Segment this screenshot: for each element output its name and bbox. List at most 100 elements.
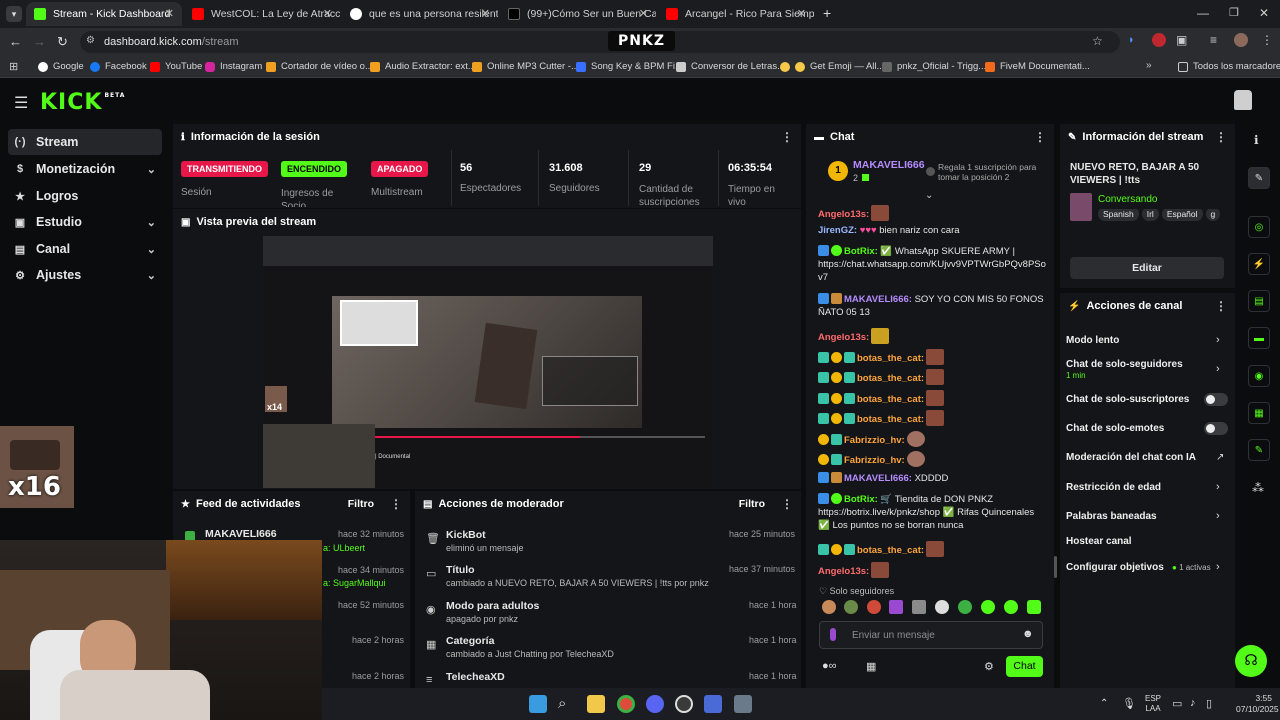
more-options-icon[interactable]: ⋮	[1215, 130, 1227, 144]
tag-pill[interactable]: Spanish	[1098, 209, 1139, 221]
close-window-button[interactable]: ✕	[1259, 6, 1269, 20]
more-options-icon[interactable]: ⋮	[1215, 299, 1227, 313]
emote-quick-icon[interactable]	[1027, 600, 1041, 614]
hamburger-menu-icon[interactable]: ☰	[14, 93, 28, 113]
notepad-icon[interactable]	[704, 695, 722, 713]
tab-search-button[interactable]: ▾	[6, 6, 22, 22]
bookmark-all[interactable]: Todos los marcadores	[1178, 61, 1280, 72]
emoji-picker-icon[interactable]: ☻	[1022, 628, 1034, 640]
support-headset-icon[interactable]: ☊	[1235, 645, 1267, 677]
sidebar-item-canal[interactable]: ▤ Canal ⌄	[8, 236, 162, 262]
chat-scrollbar[interactable]	[1054, 556, 1057, 578]
user-avatar[interactable]	[1234, 90, 1252, 110]
chevron-right-icon[interactable]: ›	[1216, 481, 1220, 493]
chat-input[interactable]: Enviar un mensaje ☻	[819, 621, 1043, 649]
action-followers-only[interactable]: Chat de solo-seguidores	[1066, 359, 1183, 370]
filter-button[interactable]: Filtro	[348, 498, 374, 510]
edit-stream-button[interactable]: Editar	[1070, 257, 1224, 279]
filter-button[interactable]: Filtro	[739, 498, 765, 510]
extension-red-icon[interactable]	[1152, 33, 1166, 47]
chat-username[interactable]: botas_the_cat:	[857, 373, 924, 384]
emote-quick-icon[interactable]	[822, 600, 836, 614]
bookmark-star-icon[interactable]: ☆	[1092, 34, 1103, 48]
action-host-channel[interactable]: Hostear canal	[1066, 536, 1132, 547]
chat-bubble-icon[interactable]: ▬	[1248, 327, 1270, 349]
chat-username[interactable]: MAKAVELI666:	[844, 294, 912, 305]
emote-quick-icon[interactable]	[1004, 600, 1018, 614]
expand-icon[interactable]: ⌄	[925, 190, 933, 201]
language-indicator[interactable]: ESP LAA	[1145, 694, 1161, 714]
emotes-only-toggle[interactable]	[1204, 422, 1228, 435]
chevron-right-icon[interactable]: ›	[1216, 510, 1220, 522]
emote-quick-icon[interactable]	[935, 600, 949, 614]
tag-pill[interactable]: Irl	[1141, 209, 1159, 221]
close-tab-icon[interactable]: ✕	[797, 7, 806, 20]
profile-avatar-icon[interactable]	[1234, 33, 1248, 47]
bookmark-get-emoji[interactable]: Get Emoji — All...	[780, 61, 884, 72]
calculator-icon[interactable]	[734, 695, 752, 713]
wrench-icon[interactable]: ✎	[1248, 439, 1270, 461]
bookmark-cortador[interactable]: Cortador de vídeo o...	[266, 61, 373, 72]
more-options-icon[interactable]: ⋮	[1034, 130, 1046, 144]
tag-pill[interactable]: Español	[1161, 209, 1203, 221]
chevron-right-icon[interactable]: ›	[1216, 363, 1220, 375]
site-info-icon[interactable]: ⚙	[86, 35, 95, 46]
obs-icon[interactable]	[675, 695, 693, 713]
chat-username[interactable]: BotRix:	[844, 494, 878, 505]
close-tab-icon[interactable]: ✕	[323, 7, 332, 20]
close-tab-icon[interactable]: ✕	[639, 7, 648, 20]
bookmark-youtube[interactable]: YouTube	[150, 61, 202, 72]
apps-grid-icon[interactable]: ⊞	[9, 60, 18, 73]
bookmark-pnkz-oficial[interactable]: pnkz_Oficial - Trigg...	[882, 61, 986, 72]
chat-settings-gear-icon[interactable]: ⚙	[984, 660, 994, 673]
more-bookmarks-icon[interactable]: »	[1146, 60, 1152, 71]
broadcast-icon[interactable]: ◉	[1248, 365, 1270, 387]
chrome-icon[interactable]	[617, 695, 635, 713]
battery-icon[interactable]: ▯	[1206, 697, 1212, 710]
minimize-window-button[interactable]: —	[1197, 6, 1209, 20]
chevron-up-icon[interactable]: ⌃	[1100, 698, 1108, 709]
microphone-icon[interactable]	[830, 628, 836, 641]
top-gifter-name[interactable]: MAKAVELI666	[853, 159, 925, 171]
edit-pencil-icon[interactable]: ✎	[1248, 167, 1270, 189]
volume-icon[interactable]: ♪	[1190, 697, 1196, 709]
system-clock[interactable]: 3:55 07/10/2025	[1236, 693, 1279, 715]
action-subscribers-only[interactable]: Chat de solo-suscriptores	[1066, 394, 1189, 405]
chat-username[interactable]: botas_the_cat:	[857, 394, 924, 405]
tag-pill[interactable]: g	[1205, 209, 1221, 221]
extensions-puzzle-icon[interactable]: ▣	[1176, 33, 1187, 47]
chat-username[interactable]: botas_the_cat:	[857, 545, 924, 556]
action-banned-words[interactable]: Palabras baneadas	[1066, 511, 1157, 522]
points-icon[interactable]: ●∞	[822, 660, 837, 672]
reading-list-icon[interactable]: ≡	[1210, 33, 1217, 47]
emote-quick-icon[interactable]	[889, 600, 903, 614]
more-options-icon[interactable]: ⋮	[781, 497, 793, 511]
more-options-icon[interactable]: ⋮	[390, 497, 402, 511]
tab-google-search[interactable]: que es una persona resilente - G ✕	[342, 2, 498, 26]
chat-username[interactable]: BotRix:	[844, 246, 878, 257]
category-thumbnail[interactable]	[1070, 193, 1092, 221]
chat-send-button[interactable]: Chat	[1006, 656, 1043, 677]
forward-arrow-icon[interactable]: →	[33, 34, 46, 49]
chat-username[interactable]: botas_the_cat:	[857, 414, 924, 425]
bookmark-mp3-cutter[interactable]: Online MP3 Cutter -...	[472, 61, 579, 72]
browser-menu-icon[interactable]: ⋮	[1261, 33, 1273, 47]
community-icon[interactable]: ⁂	[1252, 481, 1264, 495]
back-arrow-icon[interactable]: ←	[9, 34, 22, 49]
info-icon[interactable]: ℹ	[1254, 133, 1259, 147]
stream-preview-video[interactable]: | Documental x14	[263, 236, 713, 488]
chat-username[interactable]: Angelo13s:	[818, 332, 869, 343]
bookmark-conversor[interactable]: Conversor de Letras...	[676, 61, 785, 72]
network-icon[interactable]: ▭	[1172, 697, 1182, 710]
document-icon[interactable]: ▤	[1248, 290, 1270, 312]
action-age-restriction[interactable]: Restricción de edad	[1066, 482, 1161, 493]
close-tab-icon[interactable]: ✕	[165, 7, 174, 20]
external-link-icon[interactable]: ↗	[1216, 452, 1224, 463]
action-slow-mode[interactable]: Modo lento	[1066, 335, 1119, 346]
chat-username[interactable]: Angelo13s:	[818, 209, 869, 220]
emote-quick-icon[interactable]	[981, 600, 995, 614]
activity-user[interactable]: MAKAVELI666	[205, 528, 277, 540]
new-tab-button[interactable]: +	[823, 5, 831, 21]
microphone-icon[interactable]: 🎙	[1122, 697, 1136, 710]
extension-icon[interactable]: ◗	[1128, 34, 1135, 46]
